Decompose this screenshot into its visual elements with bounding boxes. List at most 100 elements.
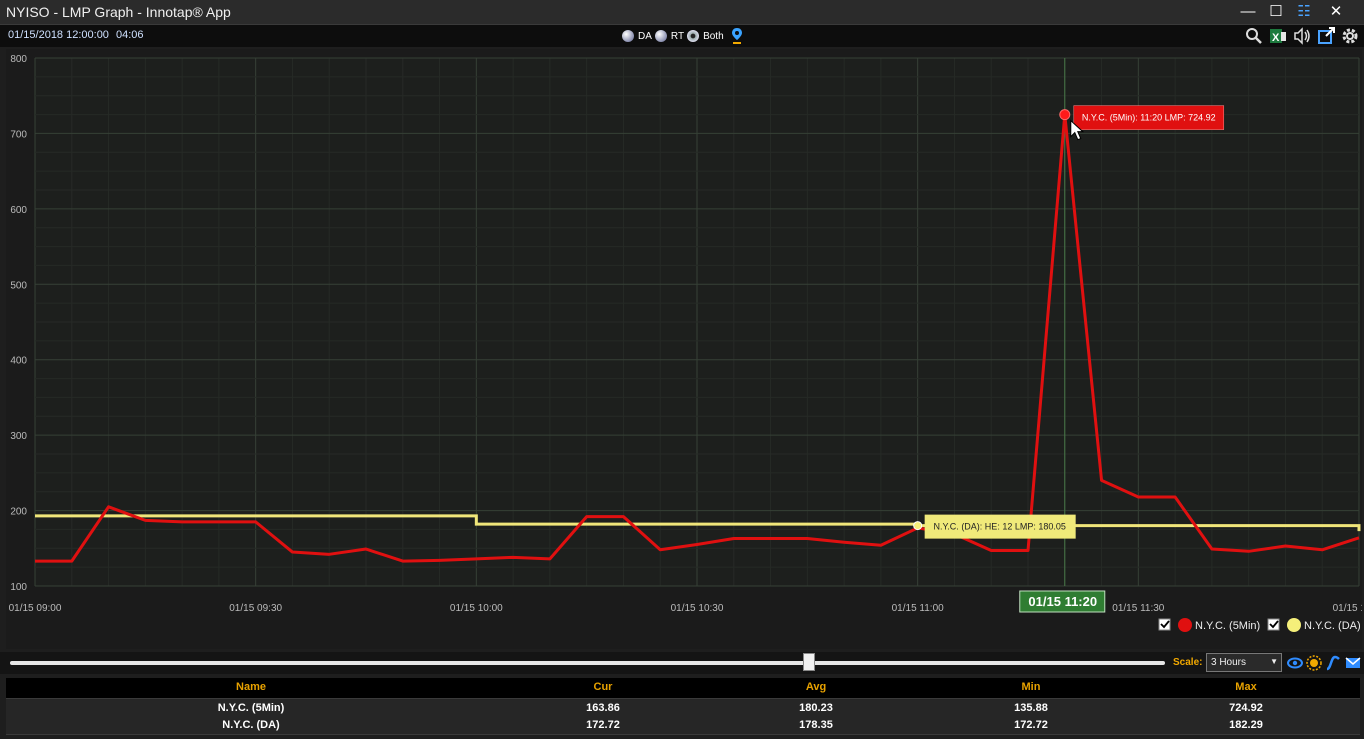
search-icon[interactable] [1244,26,1264,46]
y-tick-label: 600 [10,205,27,216]
settings-icon[interactable] [1340,26,1360,46]
data-point-5min [880,544,882,546]
popout-icon[interactable] [1316,26,1336,46]
data-point-5min [402,560,404,562]
data-point-5min [181,521,183,523]
time-slider-thumb[interactable] [803,653,815,671]
row-cur: 163.86 [586,702,620,714]
time-slider-track[interactable] [10,661,1165,665]
date-readout: 01/15/2018 12:00:00 [8,29,109,41]
table-row[interactable]: N.Y.C. (DA) 172.72 178.35 172.72 182.29 [6,716,1360,735]
maximize-button[interactable]: ☐ [1265,2,1287,22]
radio-both[interactable]: Both [687,30,724,42]
radio-da-label: DA [638,30,652,42]
row-name: N.Y.C. (DA) [222,719,280,731]
data-point-5min [218,521,220,523]
tooltip-da-text: N.Y.C. (DA): HE: 12 LMP: 180.05 [933,522,1065,532]
y-tick-label: 800 [10,54,27,65]
x-tick-label: 01/15 12:00 [1333,603,1362,614]
row-max: 724.92 [1229,702,1263,714]
stats-table: Name Cur Avg Min Max N.Y.C. (5Min) 163.8… [6,678,1360,735]
data-point-5min [438,559,440,561]
y-tick-label: 300 [10,431,27,442]
data-point-5min [107,506,109,508]
window-title: NYISO - LMP Graph - Innotap® App [6,4,231,20]
table-row[interactable]: N.Y.C. (5Min) 163.86 180.23 135.88 724.9… [6,698,1360,718]
y-tick-label: 500 [10,280,27,291]
radio-dot [622,30,634,42]
radio-both-label: Both [703,30,724,42]
data-point-5min [291,551,293,553]
y-tick-label: 200 [10,507,27,518]
radio-da[interactable]: DA [622,30,652,42]
highlight-point-da [913,521,923,531]
x-tick-label: 01/15 11:00 [892,603,945,614]
sun-icon[interactable] [1306,655,1322,671]
data-point-5min [769,537,771,539]
time-readout: 04:06 [116,29,144,41]
eye-icon[interactable] [1287,655,1303,671]
data-point-5min [659,549,661,551]
row-name: N.Y.C. (5Min) [217,702,285,714]
sound-icon[interactable] [1292,26,1312,46]
x-tick-label: 01/15 09:00 [9,603,62,614]
data-point-5min [365,548,367,550]
data-point-5min [1321,549,1323,551]
toolbar-icons: X [1240,26,1360,46]
data-point-5min [328,553,330,555]
data-point-5min [512,556,514,558]
data-point-5min [696,543,698,545]
legend-swatch [1178,618,1192,632]
data-point-5min [34,560,36,562]
header-cur: Cur [593,681,613,693]
y-tick-label: 400 [10,356,27,367]
data-point-5min [806,537,808,539]
x-tick-label: 01/15 10:30 [671,603,724,614]
lmp-chart[interactable]: 100 200 300 400 500 600 700 800 01/15 09:00 01/15… [6,49,1364,649]
data-point-5min [1247,550,1249,552]
data-point-5min [254,521,256,523]
data-point-5min [549,558,551,560]
highlight-point-5min [1059,109,1071,121]
time-slider-bar: Scale: 3 Hours ▼ [0,652,1364,674]
mail-icon[interactable] [1345,655,1361,671]
data-point-5min [585,515,587,517]
header-max: Max [1235,681,1257,693]
data-point-5min [1284,545,1286,547]
row-min: 172.72 [1014,719,1048,731]
row-max: 182.29 [1229,719,1263,731]
data-point-5min [1211,548,1213,550]
legend-swatch [1287,618,1301,632]
scale-dropdown[interactable]: 3 Hours ▼ [1206,653,1282,672]
scale-label: Scale: [1173,657,1203,668]
data-point-5min [1137,496,1139,498]
lmp-chart-svg[interactable]: 100 200 300 400 500 600 700 800 01/15 09:00 01/15… [6,49,1364,649]
data-point-5min [1027,549,1029,551]
chevron-down-icon: ▼ [1270,657,1278,666]
row-avg: 178.35 [799,719,833,731]
svg-text:X: X [1272,32,1280,44]
data-point-5min [71,560,73,562]
data-point-5min [1174,496,1176,498]
data-point-5min [733,537,735,539]
radio-rt[interactable]: RT [654,30,684,42]
y-tick-label: 100 [10,582,27,593]
close-button[interactable]: ✕ [1325,2,1347,22]
curve-icon[interactable] [1325,655,1341,671]
radio-dot [654,30,667,42]
datetime-readout: 01/15/2018 12:00:00 04:06 [8,29,148,41]
data-point-5min [144,519,146,521]
scale-dropdown-value: 3 Hours [1211,657,1247,668]
location-pin-icon[interactable] [731,28,743,44]
row-avg: 180.23 [799,702,833,714]
tile-windows-button[interactable]: ☷ [1293,2,1315,22]
header-name: Name [236,681,266,693]
excel-icon[interactable]: X [1268,26,1288,46]
x-tick-label: 01/15 11:30 [1112,603,1165,614]
minimize-button[interactable]: — [1237,2,1259,22]
row-min: 135.88 [1014,702,1048,714]
x-tick-label: 01/15 10:00 [450,603,503,614]
radio-dot-selected [687,30,700,42]
toolbar: 01/15/2018 12:00:00 04:06 DA RT Both X [0,25,1364,47]
tooltip-5min-text: N.Y.C. (5Min): 11:20 LMP: 724.92 [1082,113,1216,123]
